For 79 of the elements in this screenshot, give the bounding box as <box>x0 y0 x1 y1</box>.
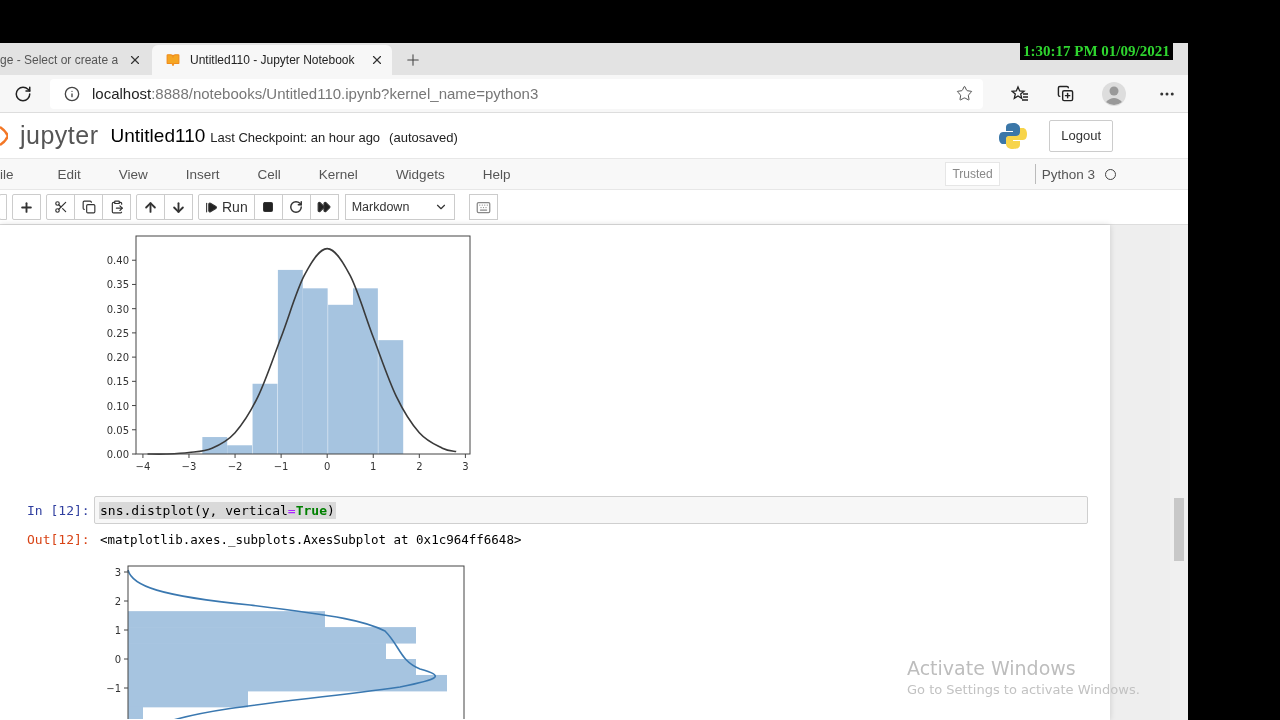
run-all-button[interactable] <box>309 194 339 220</box>
close-icon[interactable] <box>128 53 142 67</box>
python-logo-icon <box>999 121 1028 150</box>
cut-button[interactable] <box>46 194 75 220</box>
step-forward-icon <box>205 200 218 214</box>
menu-item[interactable]: Kernel <box>297 166 375 182</box>
y-tick-label: 2 <box>114 596 121 607</box>
favorites-icon[interactable] <box>1011 84 1029 103</box>
y-tick-label: −1 <box>106 683 121 694</box>
run-button[interactable]: Run <box>198 194 255 220</box>
logo-icon <box>0 124 8 147</box>
y-tick-label: 0.30 <box>106 303 129 315</box>
stop-button[interactable] <box>253 194 283 220</box>
autosave-text: (autosaved) <box>389 130 459 145</box>
y-tick-label: 3 <box>114 567 121 578</box>
menu-item[interactable]: View <box>97 166 165 182</box>
menu-item[interactable]: Widgets <box>374 166 462 182</box>
address-field[interactable]: localhost:8888/notebooks/Untitled110.ipynb?kernel_name=python3 <box>50 78 983 109</box>
output-prompt: Out[12]: <box>26 532 91 547</box>
move-up-button[interactable] <box>136 194 165 220</box>
book-icon <box>166 53 180 67</box>
jupyter-logo-text[interactable]: jupyter <box>20 121 99 150</box>
star-icon[interactable] <box>956 85 973 102</box>
x-tick-label: −3 <box>181 461 197 472</box>
menu-item[interactable]: Edit <box>36 166 98 182</box>
avatar-icon[interactable] <box>1102 81 1126 106</box>
activation-title: Activate Windows <box>907 657 1077 679</box>
activation-subtitle: Go to Settings to activate Windows. <box>907 682 1140 697</box>
y-tick-label: 0.20 <box>106 352 129 364</box>
fast-forward-icon <box>317 200 332 214</box>
y-tick-label: 0.10 <box>106 400 129 412</box>
menu-item[interactable]: Cell <box>236 166 298 182</box>
y-tick-label: 0.00 <box>106 449 129 460</box>
keyboard-icon <box>475 199 491 215</box>
x-tick-label: 3 <box>462 461 469 472</box>
keyboard-button[interactable] <box>468 194 498 220</box>
collections-icon[interactable] <box>1057 85 1074 102</box>
stop-icon <box>262 201 275 213</box>
y-tick-label: 0.35 <box>106 279 129 291</box>
scissors-icon <box>53 200 68 214</box>
reload-icon[interactable] <box>14 84 32 103</box>
cell-type-select[interactable]: Markdown <box>344 194 455 220</box>
y-tick-label: 0.15 <box>106 376 129 388</box>
kernel-name: Python 3 <box>1041 166 1095 182</box>
timestamp-overlay: 1:30:17 PM 01/09/2021 <box>1020 43 1173 60</box>
copy-icon <box>81 200 96 214</box>
close-icon[interactable] <box>370 53 384 67</box>
code-cell[interactable]: sns.distplot(y, vertical=True) <box>94 496 1088 524</box>
y-tick-label: 1 <box>114 625 121 636</box>
x-tick-label: −1 <box>273 461 289 472</box>
y-tick-label: 0 <box>114 654 121 665</box>
x-tick-label: 0 <box>324 461 331 472</box>
info-icon <box>64 85 80 102</box>
restart-button[interactable] <box>281 194 311 220</box>
menu-item[interactable]: Help <box>461 166 528 182</box>
x-tick-label: 1 <box>370 461 377 472</box>
checkpoint-text: Last Checkpoint: an hour ago <box>210 130 381 145</box>
x-tick-label: −2 <box>227 461 243 472</box>
browser-tab[interactable]: Untitled110 - Jupyter Notebook <box>152 45 392 75</box>
logout-button[interactable]: Logout <box>1049 119 1113 152</box>
y-tick-label: 0.05 <box>106 424 129 436</box>
plus-icon <box>19 199 34 215</box>
trusted-badge[interactable]: Trusted <box>945 162 1000 186</box>
y-tick-label: 0.40 <box>106 255 129 267</box>
add-cell-button[interactable] <box>12 194 41 220</box>
copy-button[interactable] <box>74 194 103 220</box>
restart-icon <box>289 200 304 214</box>
notebook-name[interactable]: Untitled110 <box>110 124 206 147</box>
paste-icon <box>109 200 124 214</box>
x-tick-label: 2 <box>416 461 423 472</box>
menu-item[interactable]: ile <box>0 166 37 182</box>
move-down-button[interactable] <box>164 194 193 220</box>
menu-item[interactable]: Insert <box>164 166 237 182</box>
y-tick-label: 0.25 <box>106 327 129 339</box>
x-tick-label: −4 <box>135 461 151 472</box>
paste-button[interactable] <box>102 194 131 220</box>
input-prompt: In [12]: <box>26 502 91 518</box>
arrow-down-icon <box>171 199 186 215</box>
output-text: <matplotlib.axes._subplots.AxesSubplot at 0x1c964ff6648> <box>99 532 522 547</box>
